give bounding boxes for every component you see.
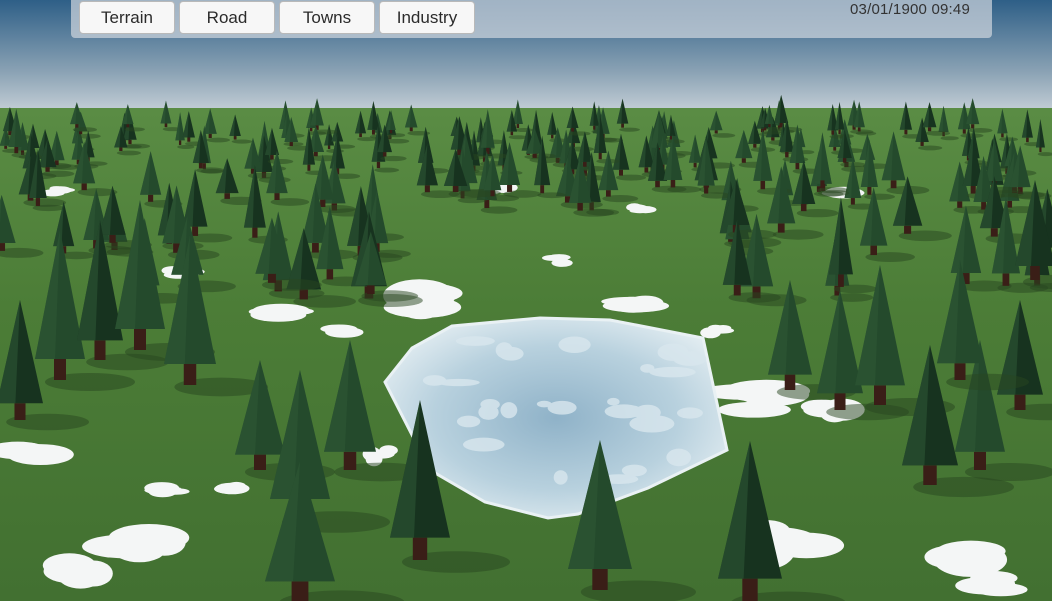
road-button[interactable]: Road [179, 1, 275, 34]
towns-button[interactable]: Towns [279, 1, 375, 34]
industry-button[interactable]: Industry [379, 1, 475, 34]
game-viewport[interactable] [0, 0, 1052, 601]
terrain-button[interactable]: Terrain [79, 1, 175, 34]
game-date-time: 03/01/1900 09:49 [850, 1, 970, 18]
top-toolbar: Terrain Road Towns Industry 03/01/1900 0… [71, 0, 992, 38]
